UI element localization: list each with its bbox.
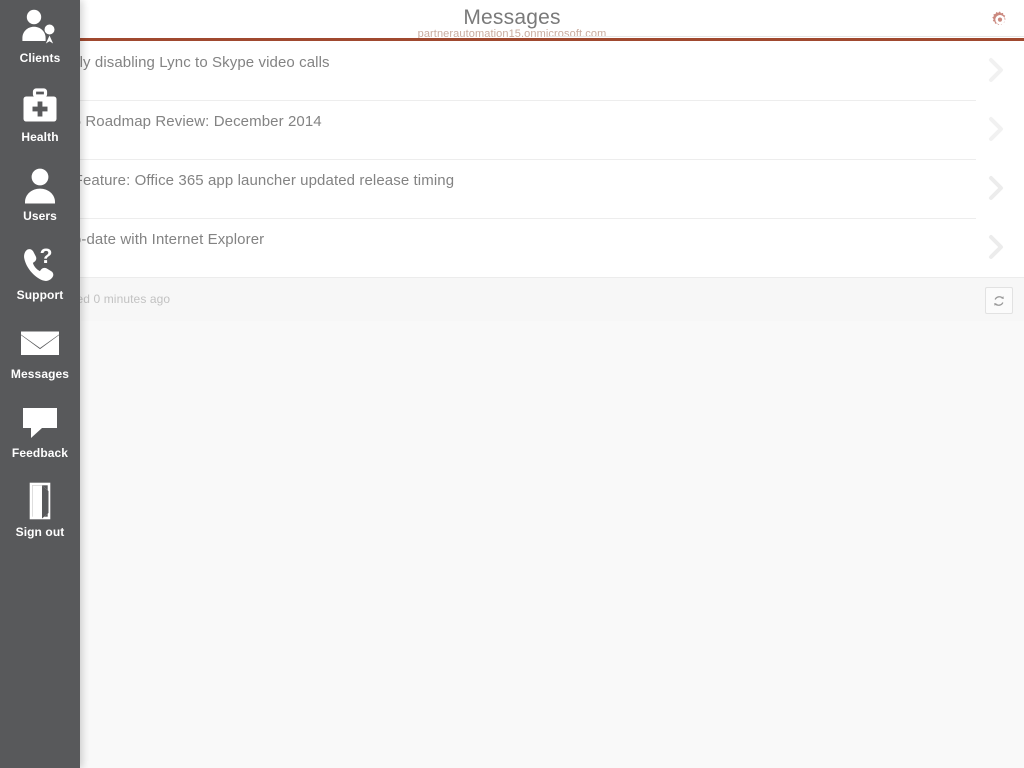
list-item[interactable]: Updated Feature: Office 365 app launcher… [0,159,1024,218]
panel-footer: Updated 0 minutes ago [0,277,1024,321]
sidebar-item-clients[interactable]: Clients [0,0,80,79]
header-divider [548,36,1024,37]
sidebar-item-label: Health [21,130,59,144]
speech-bubble-icon [20,402,60,444]
message-list: Temporarily disabling Lync to Skype vide… [0,41,1024,277]
refresh-button[interactable] [985,287,1013,314]
panel-header: Messages partnerautomation15.onmicrosoft… [0,0,1024,40]
sidebar-item-label: Clients [19,51,61,65]
chevron-right-icon[interactable] [976,49,1016,91]
health-kit-icon [20,86,60,128]
svg-text:?: ? [40,246,53,268]
user-icon [22,165,58,207]
sidebar-item-messages[interactable]: Messages [0,316,80,395]
sidebar-item-users[interactable]: Users [0,158,80,237]
sidebar-item-health[interactable]: Health [0,79,80,158]
gear-icon [989,9,1011,31]
refresh-icon [992,294,1006,308]
sidebar-item-label: Sign out [15,525,65,539]
sidebar-item-sign-out[interactable]: Sign out [0,474,80,553]
messages-page: Messages partnerautomation15.onmicrosoft… [0,0,1024,768]
clients-icon [19,7,61,49]
support-phone-icon: ? [20,244,60,286]
sidebar-item-label: Support [16,288,64,302]
messages-panel: Messages partnerautomation15.onmicrosoft… [0,0,1024,321]
chevron-right-icon[interactable] [976,226,1016,268]
list-item[interactable]: Stay up-to-date with Internet Explorer [0,218,1024,277]
page-title: Messages [463,6,561,29]
list-item[interactable]: Temporarily disabling Lync to Skype vide… [0,41,1024,100]
sidebar-item-label: Messages [10,367,70,381]
settings-button[interactable] [986,6,1014,34]
sidebar-item-label: Feedback [11,446,69,460]
envelope-icon [19,323,61,365]
sidebar-item-feedback[interactable]: Feedback [0,395,80,474]
chevron-right-icon[interactable] [976,167,1016,209]
list-item[interactable]: Office 365 Roadmap Review: December 2014 [0,100,1024,159]
sidebar-item-label: Users [23,209,57,223]
sidebar-item-support[interactable]: ? Support [0,237,80,316]
sidebar: Clients Health Users ? Support Messages … [0,0,80,768]
chevron-right-icon[interactable] [976,108,1016,150]
exit-door-icon [23,481,57,523]
